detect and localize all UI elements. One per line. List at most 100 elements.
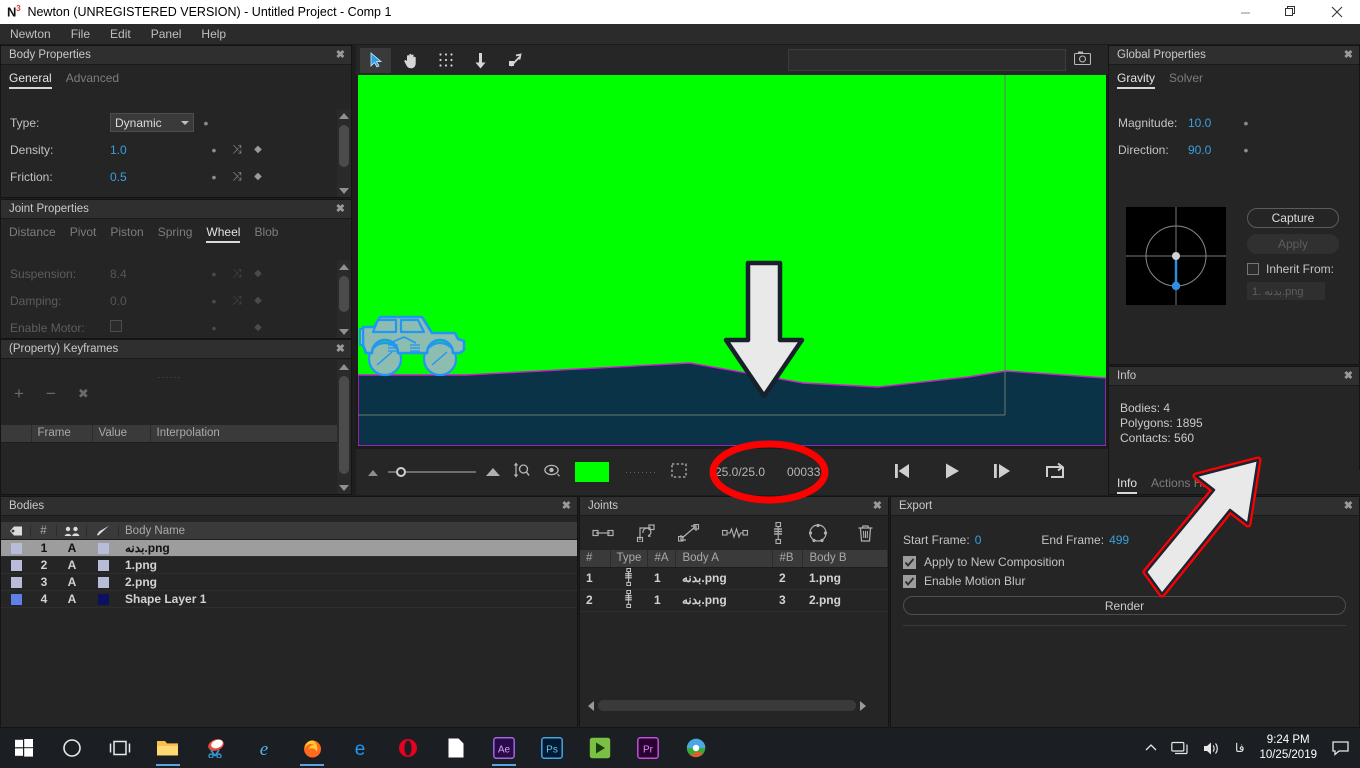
zoom-slider[interactable] xyxy=(388,467,476,477)
density-keyframe-icon[interactable]: ◆ xyxy=(248,144,268,155)
friction-value[interactable]: 0.5 xyxy=(110,170,202,184)
col-frame[interactable]: Frame xyxy=(31,425,93,443)
select-arrow-icon[interactable] xyxy=(360,47,391,73)
language-indicator[interactable]: فا xyxy=(1228,741,1251,755)
body-group[interactable]: A xyxy=(57,558,87,572)
end-frame-value[interactable]: 499 xyxy=(1109,533,1129,547)
body-chip[interactable] xyxy=(87,559,119,571)
body-group[interactable]: A xyxy=(57,592,87,606)
direction-dot-icon[interactable]: • xyxy=(1234,143,1258,157)
type-combo[interactable]: Dynamic xyxy=(110,113,194,132)
suspension-value[interactable]: 8.4 xyxy=(110,267,202,281)
apply-new-comp-checkbox[interactable] xyxy=(903,555,916,569)
dots-icon[interactable]: ········ xyxy=(625,467,657,477)
friction-dot-icon[interactable]: • xyxy=(202,170,226,184)
close-icon[interactable]: ✖ xyxy=(873,500,882,512)
scroll-up-icon[interactable] xyxy=(337,260,351,273)
grid-icon[interactable] xyxy=(430,48,461,73)
render-button[interactable]: Render xyxy=(903,596,1346,615)
table-row[interactable]: 2 1 بدنه.png 3 2.png xyxy=(580,589,888,612)
add-keyframe-icon[interactable]: + xyxy=(14,384,24,404)
body-name[interactable]: بدنه.png xyxy=(119,541,577,555)
body-name[interactable]: Shape Layer 1 xyxy=(119,592,577,606)
table-row[interactable]: 1 A بدنه.png xyxy=(1,540,577,557)
damping-keyframe-icon[interactable]: ◆ xyxy=(248,295,268,306)
joint-properties-scrollbar[interactable] xyxy=(337,260,351,338)
windows-start-icon[interactable] xyxy=(0,728,48,768)
enable-motor-checkbox[interactable] xyxy=(110,320,122,332)
col-body-a-num[interactable]: #A xyxy=(647,550,677,568)
col-body-name[interactable]: Body Name xyxy=(119,525,577,537)
file-explorer-icon[interactable] xyxy=(144,728,192,768)
tab-advanced[interactable]: Advanced xyxy=(66,71,128,89)
col-value[interactable]: Value xyxy=(92,425,151,443)
hscroll-thumb[interactable] xyxy=(598,700,856,711)
scroll-down-icon[interactable] xyxy=(337,481,351,494)
density-dot-icon[interactable]: • xyxy=(202,143,226,157)
col-joint-type[interactable]: Type xyxy=(610,550,649,568)
col-blank[interactable] xyxy=(1,425,32,443)
search-input[interactable] xyxy=(788,49,1066,71)
task-view-icon[interactable] xyxy=(96,728,144,768)
menu-newton[interactable]: Newton xyxy=(0,24,61,45)
body-color-swatch[interactable] xyxy=(1,542,31,554)
spring-joint-icon[interactable] xyxy=(721,526,749,543)
body-name[interactable]: 2.png xyxy=(119,575,577,589)
play-icon[interactable] xyxy=(942,461,962,484)
remove-keyframe-icon[interactable]: − xyxy=(46,384,56,404)
trash-icon[interactable] xyxy=(857,524,874,545)
damping-random-icon[interactable]: ⤨ xyxy=(226,293,248,308)
menu-help[interactable]: Help xyxy=(191,24,236,45)
body-properties-scrollbar[interactable] xyxy=(337,109,351,197)
distance-joint-icon[interactable] xyxy=(592,526,614,543)
eye-icon[interactable] xyxy=(544,464,561,480)
diagonal-arrow-icon[interactable] xyxy=(500,48,531,73)
inherit-from-combo[interactable]: 1. بدنه.png xyxy=(1247,282,1325,300)
show-hidden-icons[interactable] xyxy=(1138,743,1164,753)
menu-panel[interactable]: Panel xyxy=(141,24,192,45)
menu-file[interactable]: File xyxy=(61,24,100,45)
tab-piston[interactable]: Piston xyxy=(110,225,152,243)
close-icon[interactable]: ✖ xyxy=(336,203,345,215)
col-body-a[interactable]: Body A xyxy=(675,550,774,568)
col-body-b[interactable]: Body B xyxy=(802,550,888,568)
friction-keyframe-icon[interactable]: ◆ xyxy=(248,171,268,182)
close-icon[interactable]: ✖ xyxy=(1344,370,1353,382)
network-icon[interactable] xyxy=(1164,741,1196,756)
scroll-left-icon[interactable] xyxy=(588,700,594,711)
close-icon[interactable]: ✖ xyxy=(562,500,571,512)
scroll-up-icon[interactable] xyxy=(337,109,351,122)
tab-spring[interactable]: Spring xyxy=(158,225,202,243)
enable-motor-keyframe-icon[interactable]: ◆ xyxy=(248,322,268,333)
action-center-icon[interactable] xyxy=(1325,740,1356,756)
friction-random-icon[interactable]: ⤨ xyxy=(226,169,248,184)
step-forward-icon[interactable] xyxy=(992,461,1014,484)
photoshop-icon[interactable]: Ps xyxy=(528,728,576,768)
gravity-dial[interactable] xyxy=(1126,207,1226,305)
density-random-icon[interactable]: ⤨ xyxy=(226,142,248,157)
clear-keyframes-icon[interactable]: ✖ xyxy=(78,386,89,402)
scroll-down-icon[interactable] xyxy=(337,184,351,197)
col-number[interactable]: # xyxy=(31,524,57,537)
enable-motor-dot-icon[interactable]: • xyxy=(202,321,226,335)
density-value[interactable]: 1.0 xyxy=(110,143,202,157)
body-group[interactable]: A xyxy=(57,541,87,555)
cortana-circle-icon[interactable] xyxy=(48,728,96,768)
apply-button[interactable]: Apply xyxy=(1247,234,1339,254)
table-row[interactable]: 4 A Shape Layer 1 xyxy=(1,591,577,608)
hand-pan-icon[interactable] xyxy=(395,48,426,73)
body-group[interactable]: A xyxy=(57,575,87,589)
close-icon[interactable]: ✖ xyxy=(336,343,345,355)
tab-solver[interactable]: Solver xyxy=(1169,71,1212,89)
body-color-swatch[interactable] xyxy=(1,593,31,605)
clock[interactable]: 9:24 PM 10/25/2019 xyxy=(1251,733,1325,763)
magnitude-value[interactable]: 10.0 xyxy=(1188,116,1234,130)
internet-explorer-icon[interactable]: e xyxy=(240,728,288,768)
scroll-right-icon[interactable] xyxy=(860,700,866,711)
damping-dot-icon[interactable]: • xyxy=(202,294,226,308)
close-icon[interactable]: ✖ xyxy=(1344,49,1353,61)
menu-edit[interactable]: Edit xyxy=(100,24,141,45)
piston-joint-icon[interactable] xyxy=(677,523,700,545)
close-button[interactable] xyxy=(1314,0,1360,24)
blob-joint-icon[interactable] xyxy=(808,523,828,546)
